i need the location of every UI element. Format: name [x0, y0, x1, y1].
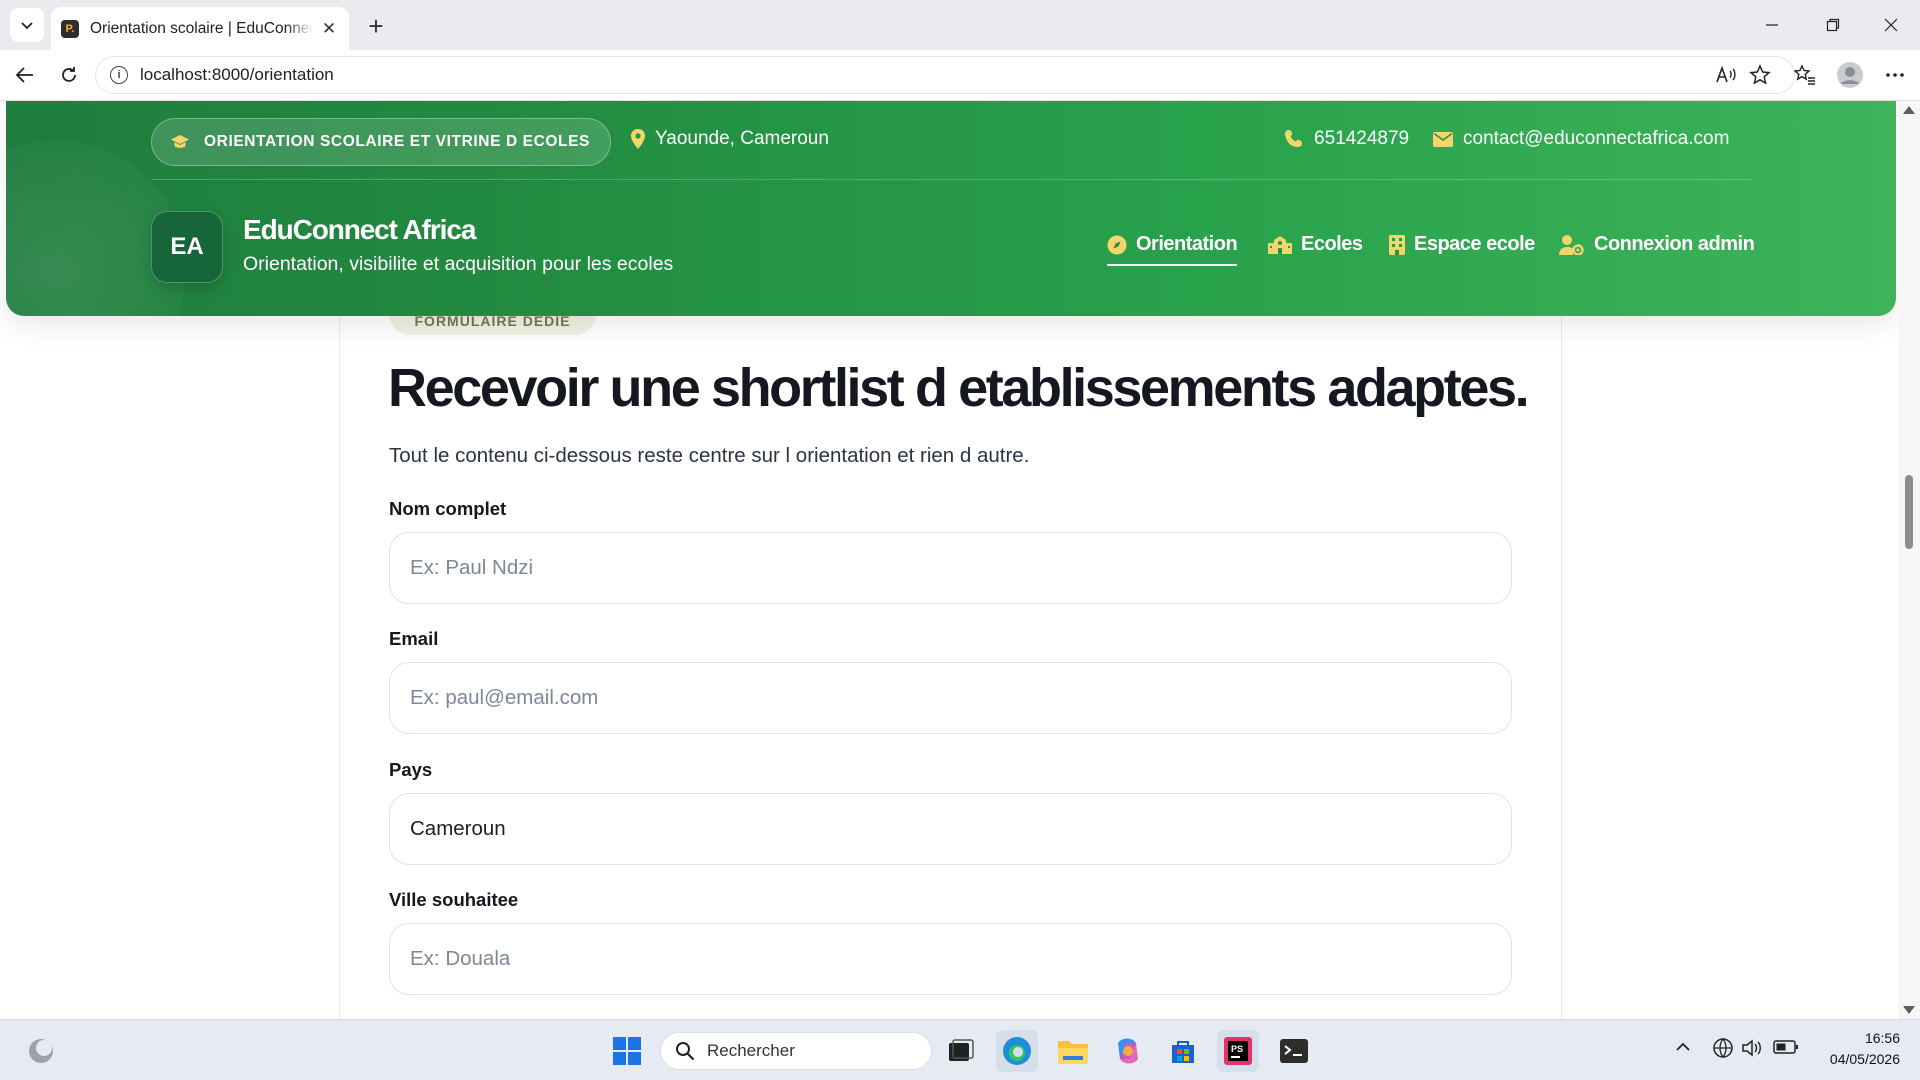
orientation-pill: ORIENTATION SCOLAIRE ET VITRINE D ECOLES	[151, 118, 611, 166]
page-scrollbar[interactable]	[1898, 101, 1920, 1019]
page-lead: Tout le contenu ci-dessous reste centre …	[389, 444, 1030, 467]
location-text: Yaounde, Cameroun	[655, 128, 829, 149]
page-title: Recevoir une shortlist d etablissements …	[388, 358, 1530, 418]
favorites-list-icon[interactable]	[1790, 60, 1820, 90]
terminal-icon[interactable]	[1273, 1030, 1315, 1072]
browser-tab-strip: P. Orientation scolaire | EduConnect Afr…	[0, 0, 1920, 50]
pill-label: ORIENTATION SCOLAIRE ET VITRINE D ECOLES	[204, 133, 590, 150]
tab-title: Orientation scolaire | EduConnect Africa	[90, 19, 313, 37]
clock-time: 16:56	[1864, 1030, 1900, 1046]
label-nom-complet: Nom complet	[389, 498, 507, 519]
close-window-icon[interactable]	[1871, 10, 1911, 40]
nav-orientation[interactable]: Orientation	[1107, 233, 1238, 266]
url-text: localhost:8000/orientation	[140, 65, 334, 84]
brand-tagline: Orientation, visibilite et acquisition p…	[243, 253, 674, 275]
phone-icon	[1285, 130, 1302, 147]
graduation-cap-icon	[170, 134, 190, 150]
user-gear-icon	[1559, 234, 1584, 255]
nom-complet-input[interactable]	[389, 532, 1512, 604]
email-input[interactable]	[389, 662, 1512, 734]
windows-taskbar: Rechercher PS 16:56 04/05/2026	[0, 1019, 1920, 1080]
task-view-icon[interactable]	[940, 1030, 982, 1072]
taskbar-search-placeholder: Rechercher	[707, 1041, 795, 1060]
svg-text:PS: PS	[1231, 1044, 1243, 1054]
read-aloud-icon[interactable]	[1711, 60, 1741, 90]
close-tab-icon[interactable]: ✕	[319, 19, 339, 39]
restore-icon[interactable]	[1813, 10, 1853, 40]
favicon-icon: P.	[61, 19, 79, 38]
scrollbar-thumb[interactable]	[1905, 475, 1913, 549]
phone-info[interactable]: 651424879	[1284, 128, 1409, 150]
label-email: Email	[389, 628, 439, 649]
back-arrow-icon[interactable]	[10, 60, 40, 90]
nav-connexion-admin-label: Connexion admin	[1594, 233, 1755, 255]
start-windows-icon[interactable]	[606, 1030, 648, 1072]
label-ville-souhaitee: Ville souhaitee	[389, 889, 519, 910]
jetbrains-ide-icon[interactable]: PS	[1217, 1030, 1259, 1072]
system-clock[interactable]: 16:56 04/05/2026	[1800, 1028, 1900, 1070]
minimize-icon[interactable]	[1752, 10, 1792, 40]
new-tab-button[interactable]: +	[362, 11, 390, 41]
nav-orientation-label: Orientation	[1136, 233, 1238, 255]
scroll-up-arrow-icon[interactable]	[1903, 106, 1915, 114]
school-icon	[1268, 235, 1292, 254]
chevron-down-icon	[21, 22, 33, 30]
brand-name[interactable]: EduConnect Africa	[243, 214, 476, 246]
reload-icon[interactable]	[54, 60, 84, 90]
microsoft-store-icon[interactable]	[1162, 1030, 1204, 1072]
map-pin-icon	[631, 129, 645, 149]
email-text: contact@educonnectafrica.com	[1463, 128, 1730, 149]
search-icon	[676, 1042, 695, 1061]
more-menu-icon[interactable]	[1880, 60, 1910, 90]
volume-icon[interactable]	[1741, 1037, 1763, 1064]
nav-ecoles-label: Ecoles	[1301, 233, 1363, 255]
page-viewport: FORMULAIRE DEDIE Recevoir une shortlist …	[0, 101, 1920, 1019]
ville-souhaitee-input[interactable]	[389, 923, 1512, 995]
battery-icon[interactable]	[1773, 1038, 1799, 1061]
show-hidden-icons-chevron-icon[interactable]	[1675, 1040, 1691, 1058]
profile-avatar-icon[interactable]	[1835, 60, 1865, 90]
address-bar[interactable]: i localhost:8000/orientation	[95, 56, 1795, 94]
browser-tab-active[interactable]: P. Orientation scolaire | EduConnect Afr…	[51, 7, 349, 50]
pays-input[interactable]	[389, 793, 1512, 865]
file-explorer-icon[interactable]	[1052, 1030, 1094, 1072]
logo[interactable]: EA	[151, 211, 223, 283]
nav-espace-ecole[interactable]: Espace ecole	[1389, 233, 1535, 256]
phone-text: 651424879	[1314, 128, 1410, 149]
label-pays: Pays	[389, 759, 433, 780]
site-info-icon[interactable]: i	[110, 66, 128, 84]
header-divider	[151, 179, 1751, 180]
scroll-down-arrow-icon[interactable]	[1903, 1006, 1915, 1014]
email-info[interactable]: contact@educonnectafrica.com	[1433, 128, 1729, 150]
nav-espace-ecole-label: Espace ecole	[1414, 233, 1535, 255]
compass-icon	[1107, 235, 1127, 254]
nav-ecoles[interactable]: Ecoles	[1268, 233, 1363, 256]
browser-toolbar: i localhost:8000/orientation	[0, 50, 1920, 101]
site-header: ORIENTATION SCOLAIRE ET VITRINE D ECOLES…	[6, 101, 1896, 316]
envelope-icon	[1433, 131, 1453, 147]
network-globe-icon[interactable]	[1712, 1037, 1734, 1064]
copilot-icon[interactable]	[1107, 1030, 1149, 1072]
taskbar-search[interactable]: Rechercher	[660, 1032, 932, 1070]
weather-widget-icon[interactable]	[20, 1030, 62, 1072]
favorite-star-icon[interactable]	[1745, 60, 1775, 90]
nav-connexion-admin[interactable]: Connexion admin	[1559, 233, 1755, 256]
location-info: Yaounde, Cameroun	[631, 128, 829, 150]
building-icon	[1389, 234, 1405, 255]
tab-list-button[interactable]	[10, 8, 44, 42]
clock-date: 04/05/2026	[1829, 1051, 1900, 1067]
edge-browser-icon[interactable]	[996, 1030, 1038, 1072]
